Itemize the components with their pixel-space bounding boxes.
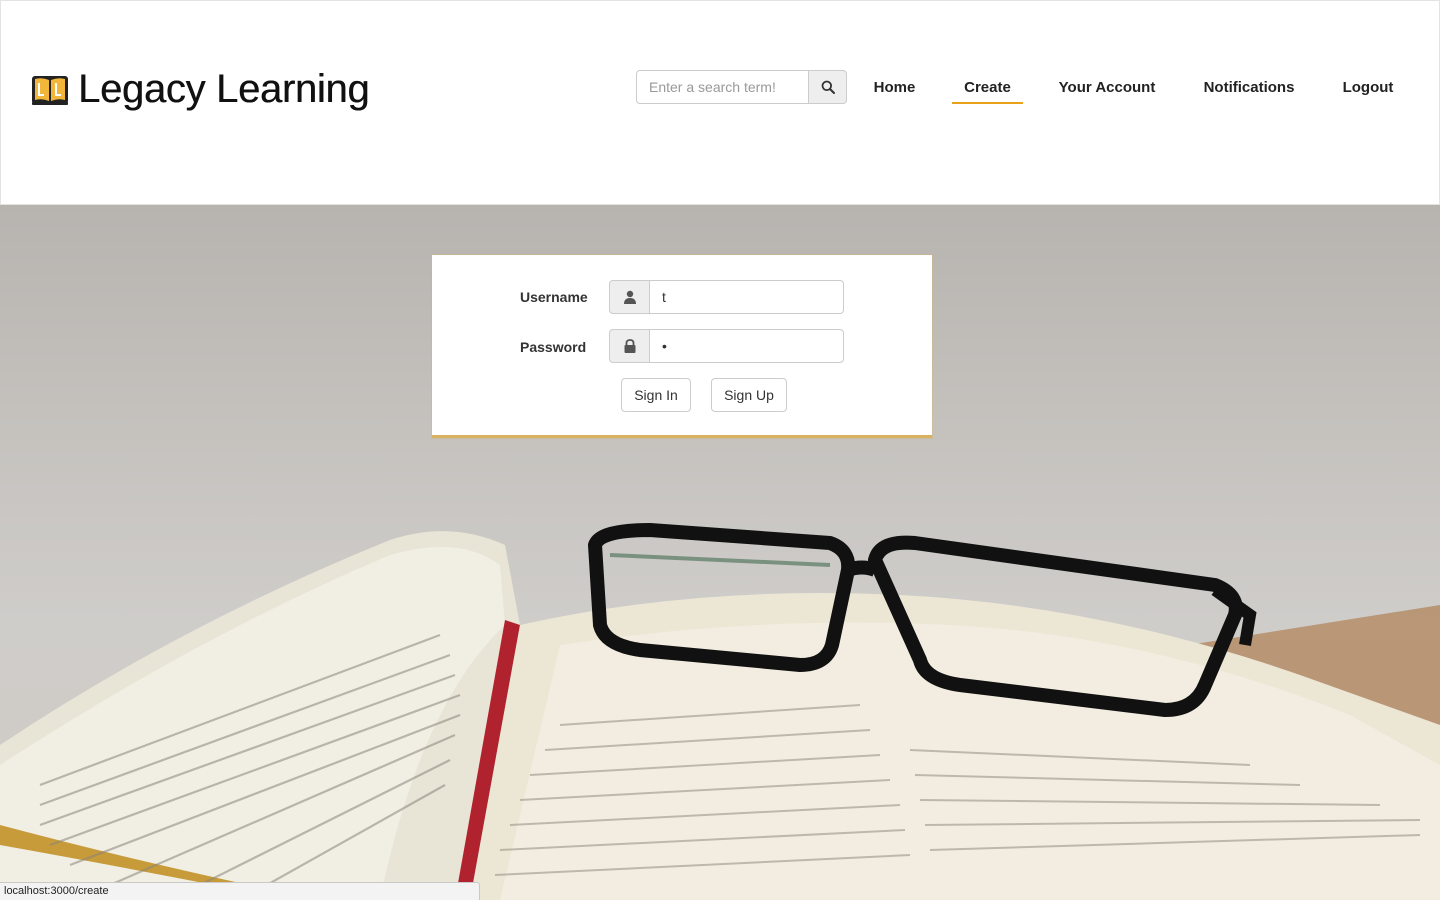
nav-home[interactable]: Home: [867, 70, 922, 104]
password-addon: [609, 329, 649, 363]
search-bar: [636, 70, 847, 104]
username-input[interactable]: t: [649, 280, 844, 314]
search-icon: [821, 80, 835, 94]
brand[interactable]: Legacy Learning: [30, 67, 370, 112]
brand-title: Legacy Learning: [78, 67, 370, 111]
password-group: •: [609, 329, 844, 363]
search-input[interactable]: [636, 70, 808, 104]
username-label: Username: [520, 289, 588, 305]
username-group: t: [609, 280, 844, 314]
nav-notifications[interactable]: Notifications: [1197, 70, 1301, 104]
lock-icon: [624, 339, 635, 353]
username-addon: [609, 280, 649, 314]
password-label: Password: [520, 339, 587, 355]
sign-in-button[interactable]: Sign In: [621, 378, 691, 412]
user-icon: [623, 290, 636, 304]
status-bar-url: localhost:3000/create: [0, 882, 480, 900]
login-card: Username t Password • Sign In Sign Up: [432, 255, 932, 438]
open-book-icon: [32, 75, 68, 105]
header: Legacy Learning Home Create Your Account…: [0, 0, 1440, 205]
nav-your-account[interactable]: Your Account: [1052, 70, 1162, 104]
sign-up-button[interactable]: Sign Up: [711, 378, 787, 412]
search-button[interactable]: [808, 70, 847, 104]
nav-create[interactable]: Create: [952, 70, 1023, 104]
password-input[interactable]: •: [649, 329, 844, 363]
nav-logout[interactable]: Logout: [1336, 70, 1400, 104]
